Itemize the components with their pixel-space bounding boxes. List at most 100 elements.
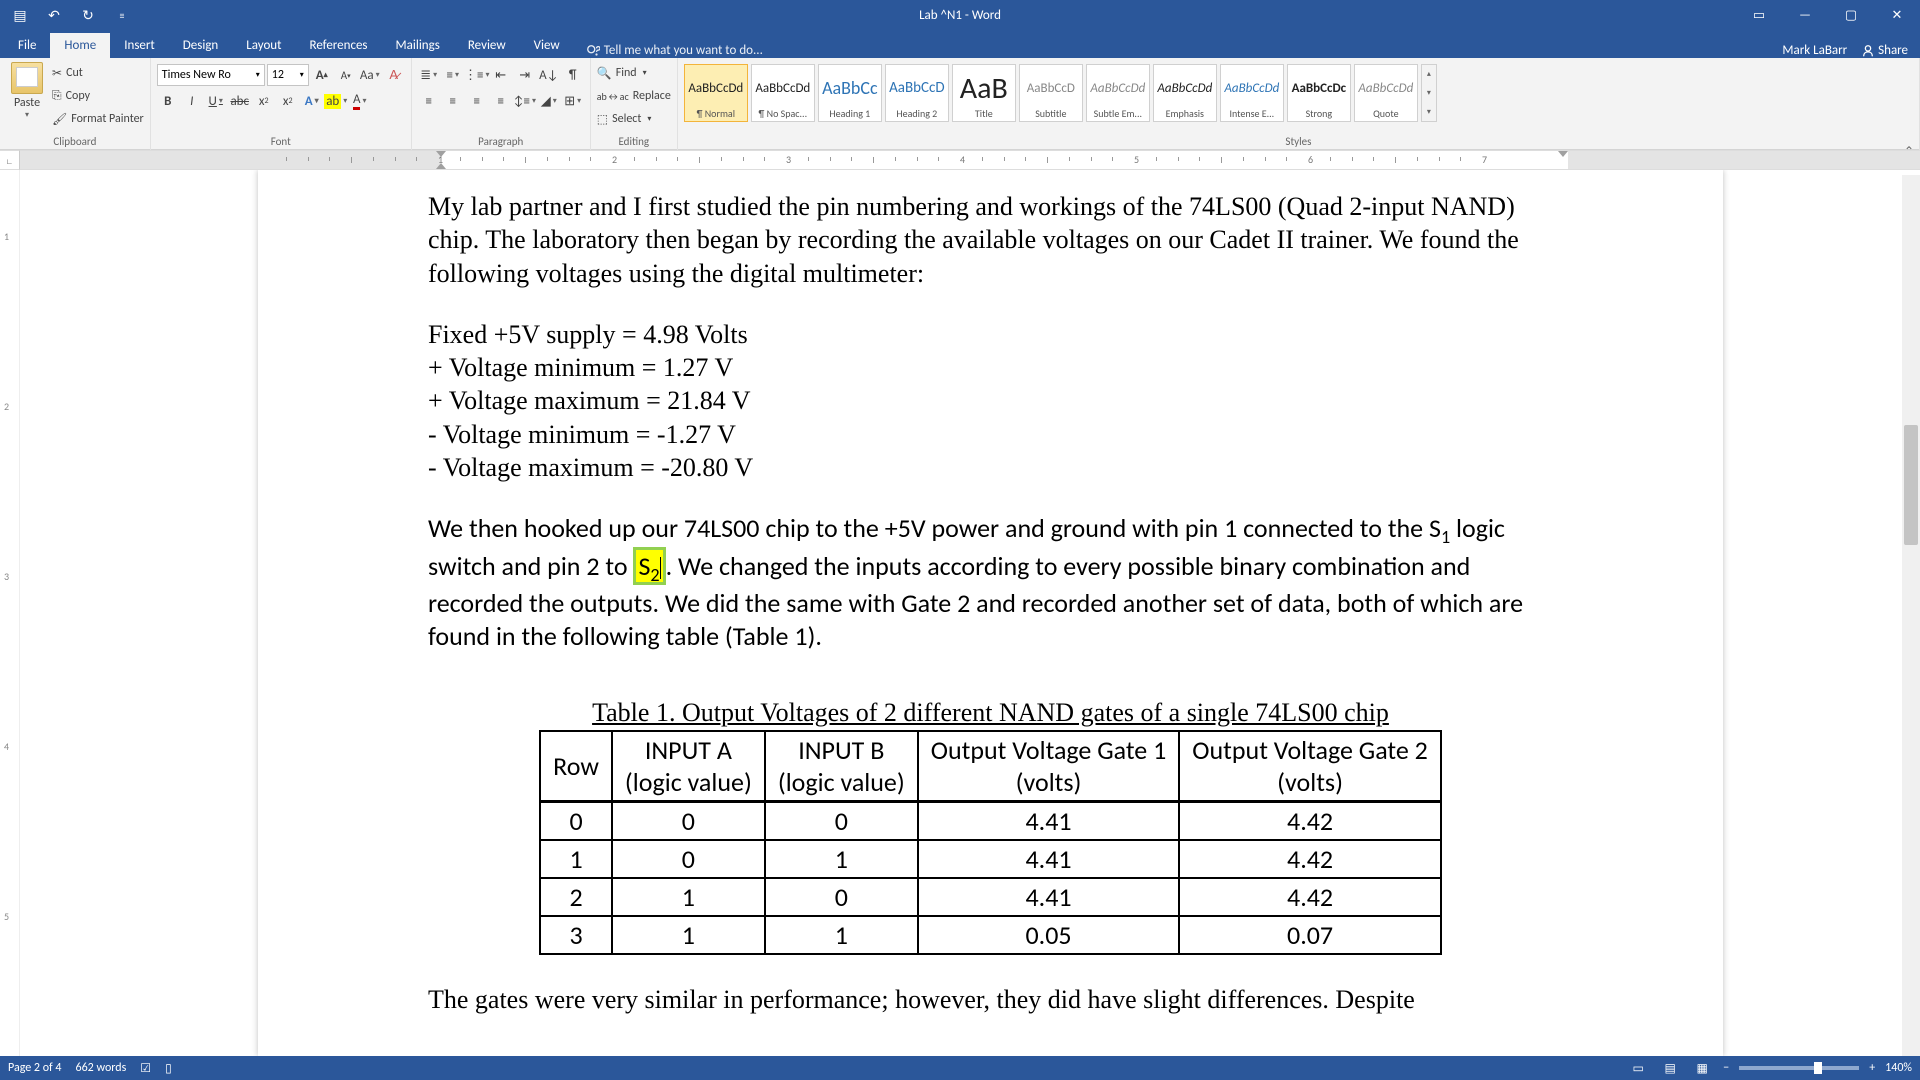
qat-customize[interactable]: ≡ [110,3,134,27]
style-item[interactable]: AaBbCcDd¶ Normal [684,64,748,122]
cut-button[interactable]: ✂Cut [52,62,144,84]
shrink-font-button[interactable]: A▾ [335,64,357,86]
tab-mailings[interactable]: Mailings [382,33,454,58]
format-painter-button[interactable]: 🖌Format Painter [52,108,144,130]
style-item[interactable]: AaBbCcDdEmphasis [1153,64,1217,122]
table-cell[interactable]: 2 [540,878,612,916]
vertical-scrollbar[interactable] [1902,175,1920,1056]
bullets-button[interactable]: ≣ [418,64,440,86]
tab-references[interactable]: References [296,33,382,58]
undo-button[interactable]: ↶ [42,3,66,27]
style-item[interactable]: AaBbCcDSubtitle [1019,64,1083,122]
numbering-button[interactable]: ≡ [442,64,464,86]
table-cell[interactable]: 0 [765,878,918,916]
paste-button[interactable]: Paste ▾ [6,60,48,120]
table-cell[interactable]: 0.07 [1179,916,1441,954]
font-color-button[interactable]: A [349,90,371,112]
tab-review[interactable]: Review [454,33,520,58]
font-size-select[interactable]: 12▾ [267,64,309,86]
zoom-level[interactable]: 140% [1885,1061,1912,1075]
table-cell[interactable]: 1 [765,916,918,954]
align-left-button[interactable]: ≡ [418,90,440,112]
maximize-button[interactable]: ▢ [1828,0,1874,30]
strikethrough-button[interactable]: abc [229,90,251,112]
table-row[interactable]: 1014.414.42 [540,840,1441,878]
justify-button[interactable]: ≡ [490,90,512,112]
italic-button[interactable]: I [181,90,203,112]
bold-button[interactable]: B [157,90,179,112]
table-caption[interactable]: Table 1. Output Voltages of 2 different … [428,698,1553,728]
proofing-icon[interactable]: ☑ [140,1061,151,1076]
borders-button[interactable]: ⊞ [562,90,584,112]
tab-design[interactable]: Design [169,33,232,58]
table-cell[interactable]: 4.41 [918,840,1180,878]
word-icon[interactable]: ▤ [8,3,32,27]
redo-button[interactable]: ↻ [76,3,100,27]
copy-button[interactable]: ⎘Copy [52,85,144,107]
tab-layout[interactable]: Layout [232,33,295,58]
sort-button[interactable]: A↓ [538,64,560,86]
line-spacing-button[interactable]: ↕≡ [514,90,536,112]
table-cell[interactable]: 1 [765,840,918,878]
table-row[interactable]: 0004.414.42 [540,801,1441,840]
table-cell[interactable]: 0 [612,801,765,840]
print-layout-button[interactable]: ▤ [1659,1059,1681,1077]
zoom-slider[interactable] [1739,1066,1859,1070]
show-marks-button[interactable]: ¶ [562,64,584,86]
tab-insert[interactable]: Insert [110,33,169,58]
body-text[interactable]: + Voltage maximum = 21.84 V [428,384,1553,417]
table-row[interactable]: 2104.414.42 [540,878,1441,916]
multilevel-button[interactable]: ⋮≡ [466,64,488,86]
table-header[interactable]: INPUT A(logic value) [612,731,765,802]
style-item[interactable]: AaBTitle [952,64,1016,122]
change-case-button[interactable]: Aa [359,64,381,86]
zoom-in-button[interactable]: + [1869,1061,1875,1075]
table-cell[interactable]: 1 [612,878,765,916]
table-cell[interactable]: 1 [612,916,765,954]
highlighted-text[interactable]: S2 [633,547,665,585]
table-cell[interactable]: 4.42 [1179,801,1441,840]
tab-file[interactable]: File [4,33,50,58]
table-header[interactable]: Output Voltage Gate 2(volts) [1179,731,1441,802]
style-item[interactable]: AaBbCcDdQuote [1354,64,1418,122]
clear-formatting-button[interactable]: A̷ [383,64,405,86]
body-text[interactable]: - Voltage minimum = -1.27 V [428,418,1553,451]
table-cell[interactable]: 0 [765,801,918,840]
grow-font-button[interactable]: A▴ [311,64,333,86]
styles-more-button[interactable]: ▴▾▾ [1421,64,1437,122]
body-text[interactable]: - Voltage maximum = -20.80 V [428,451,1553,484]
align-right-button[interactable]: ≡ [466,90,488,112]
style-item[interactable]: AaBbCcDdIntense E... [1220,64,1284,122]
select-button[interactable]: ⬚Select▾ [597,108,671,130]
body-text[interactable]: + Voltage minimum = 1.27 V [428,351,1553,384]
superscript-button[interactable]: x2 [277,90,299,112]
page[interactable]: My lab partner and I first studied the p… [258,170,1723,1056]
table-header[interactable]: Row [540,731,612,802]
style-item[interactable]: AaBbCcDHeading 2 [885,64,949,122]
web-layout-button[interactable]: ▦ [1691,1059,1713,1077]
table-cell[interactable]: 4.41 [918,878,1180,916]
font-name-select[interactable]: Times New Ro▾ [157,64,265,86]
shading-button[interactable]: ◢ [538,90,560,112]
table-cell[interactable]: 4.42 [1179,840,1441,878]
word-count[interactable]: 662 words [76,1061,127,1076]
data-table[interactable]: Row INPUT A(logic value) INPUT B(logic v… [539,730,1442,955]
table-row[interactable]: 3110.050.07 [540,916,1441,954]
subscript-button[interactable]: x2 [253,90,275,112]
underline-button[interactable]: U [205,90,227,112]
table-cell[interactable]: 0 [540,801,612,840]
replace-button[interactable]: ab↔acReplace [597,85,671,107]
tab-selector[interactable]: ∟ [0,150,20,170]
table-cell[interactable]: 1 [540,840,612,878]
table-cell[interactable]: 4.41 [918,801,1180,840]
user-name[interactable]: Mark LaBarr [1782,43,1847,58]
style-item[interactable]: AaBbCcHeading 1 [818,64,882,122]
table-header[interactable]: INPUT B(logic value) [765,731,918,802]
align-center-button[interactable]: ≡ [442,90,464,112]
body-text[interactable]: The gates were very similar in performan… [428,983,1553,1016]
read-mode-button[interactable]: ▭ [1627,1059,1649,1077]
style-item[interactable]: AaBbCcDd¶ No Spac... [751,64,815,122]
table-cell[interactable]: 0 [612,840,765,878]
page-indicator[interactable]: Page 2 of 4 [8,1061,62,1076]
tab-view[interactable]: View [520,33,574,58]
